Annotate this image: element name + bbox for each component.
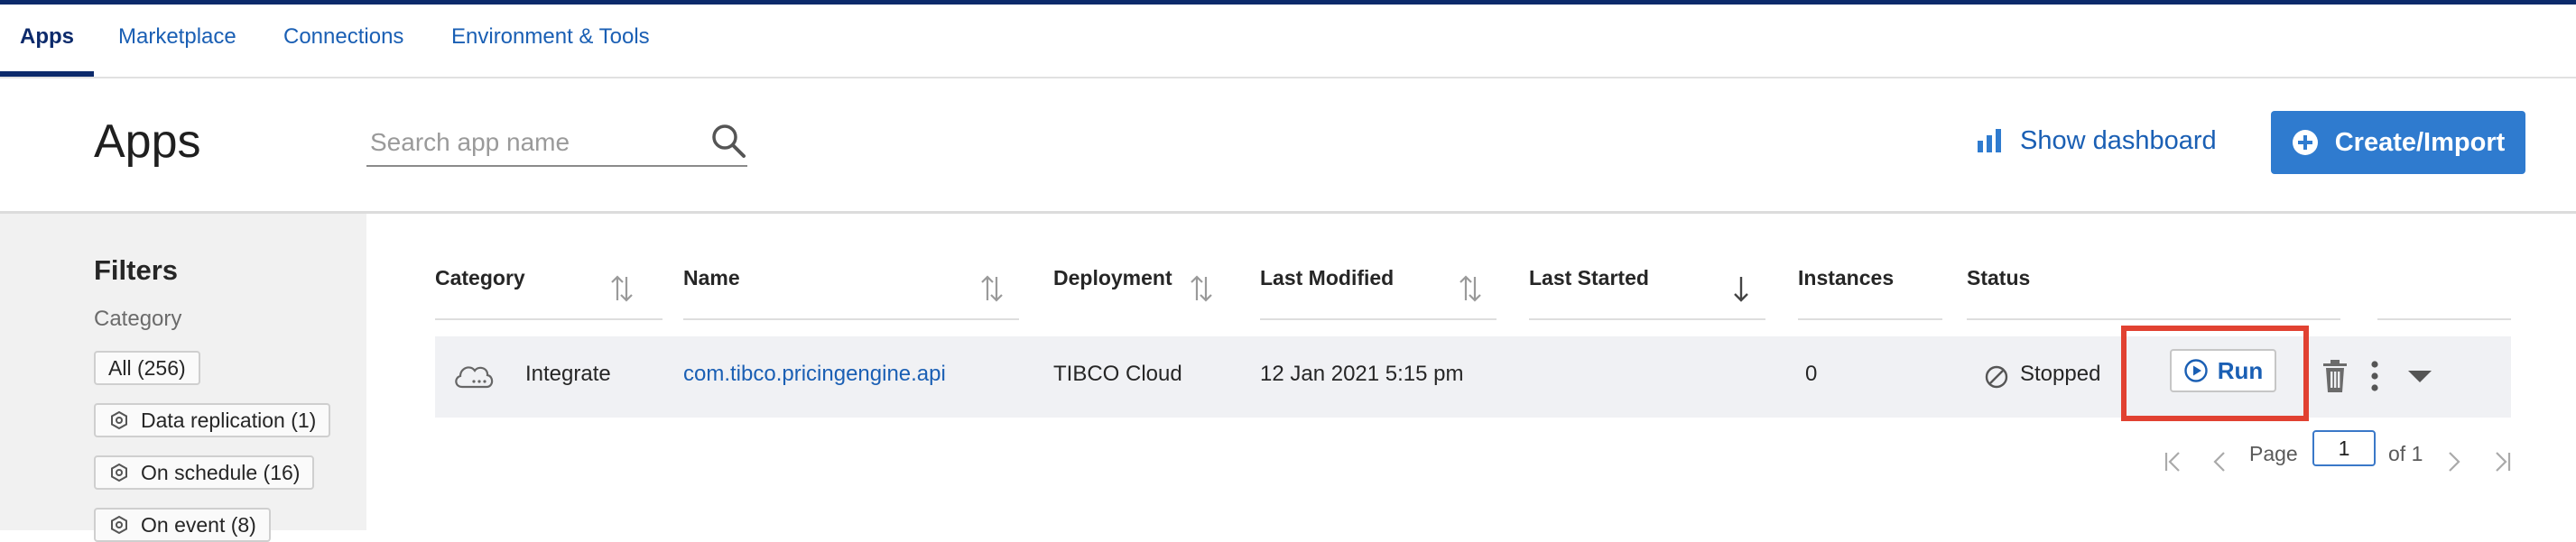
- top-nav: Apps Marketplace Connections Environment…: [0, 5, 2576, 78]
- search-box: [366, 120, 747, 167]
- show-dashboard-label: Show dashboard: [2020, 125, 2217, 155]
- column-header-last-modified[interactable]: Last Modified: [1260, 266, 1394, 290]
- run-button-label: Run: [2217, 356, 2264, 384]
- column-header-status: Status: [1967, 266, 2031, 289]
- filter-chip-all[interactable]: All (256): [94, 351, 200, 385]
- column-header-rule: [1260, 318, 1496, 320]
- row-category: Integrate: [525, 362, 611, 386]
- bar-chart-icon: [1978, 129, 2001, 152]
- page-header: Apps Show dashboard Create/Import: [0, 78, 2576, 214]
- page-total-label: of 1: [2388, 442, 2423, 465]
- row-last-modified: 12 Jan 2021 5:15 pm: [1260, 362, 1464, 386]
- column-header-last-started[interactable]: Last Started: [1529, 266, 1649, 290]
- app-filter-icon: [111, 410, 127, 430]
- sort-icon[interactable]: [1459, 273, 1482, 304]
- column-header-name[interactable]: Name: [683, 266, 740, 290]
- search-icon[interactable]: [709, 122, 747, 160]
- page-number-input[interactable]: [2312, 430, 2376, 466]
- filter-chip-on-event[interactable]: On event (8): [94, 508, 271, 542]
- tab-apps[interactable]: Apps: [20, 5, 74, 77]
- cloud-icon: [455, 366, 494, 389]
- row-instances: 0: [1805, 362, 1818, 386]
- create-import-button[interactable]: Create/Import: [2271, 111, 2525, 174]
- filter-chip-label: On event (8): [141, 512, 256, 537]
- next-page-icon[interactable]: [2444, 439, 2462, 484]
- play-circle-icon: [2184, 359, 2208, 382]
- filters-sidebar: Filters Category All (256) Data replicat…: [0, 214, 366, 542]
- first-page-icon[interactable]: [2163, 439, 2184, 484]
- column-header-rule: [2377, 318, 2511, 320]
- trash-icon[interactable]: [2321, 358, 2349, 394]
- active-tab-indicator: [0, 71, 94, 77]
- sort-desc-icon[interactable]: [1729, 273, 1753, 304]
- search-input[interactable]: [368, 122, 697, 163]
- filters-title: Filters: [94, 254, 179, 286]
- row-deployment: TIBCO Cloud: [1053, 362, 1182, 386]
- column-header-rule: [1967, 318, 2340, 320]
- column-header-rule: [1529, 318, 1765, 320]
- caret-down-icon[interactable]: [2406, 367, 2433, 385]
- apps-table: Category Name Deployment Last Modified L…: [366, 214, 2576, 530]
- sort-icon[interactable]: [610, 273, 634, 304]
- column-header-rule: [435, 318, 663, 320]
- prev-page-icon[interactable]: [2211, 439, 2229, 484]
- sort-icon[interactable]: [1190, 273, 1213, 304]
- filter-chip-label: On schedule (16): [141, 460, 301, 484]
- page-label: Page: [2249, 442, 2298, 465]
- filter-chip-label: Data replication (1): [141, 408, 317, 432]
- filter-chip-data-replication[interactable]: Data replication (1): [94, 403, 331, 437]
- tab-environment-tools[interactable]: Environment & Tools: [451, 5, 650, 77]
- column-header-rule: [1798, 318, 1942, 320]
- row-app-name-link[interactable]: com.tibco.pricingengine.api: [683, 362, 946, 387]
- column-header-category[interactable]: Category: [435, 266, 525, 290]
- app-filter-icon: [111, 463, 127, 482]
- category-filter-label: Category: [94, 307, 182, 331]
- run-button[interactable]: Run: [2170, 349, 2276, 392]
- create-import-label: Create/Import: [2334, 127, 2506, 157]
- column-header-deployment[interactable]: Deployment: [1053, 266, 1172, 290]
- sort-icon[interactable]: [980, 273, 1004, 304]
- column-header-instances: Instances: [1798, 266, 1895, 289]
- page-title: Apps: [94, 115, 201, 168]
- stopped-icon: [1985, 365, 2008, 389]
- tab-marketplace[interactable]: Marketplace: [118, 5, 236, 77]
- show-dashboard-button[interactable]: Show dashboard: [1977, 111, 2217, 170]
- column-header-rule: [683, 318, 1019, 320]
- tab-connections[interactable]: Connections: [283, 5, 403, 77]
- row-status: Stopped: [2020, 362, 2101, 386]
- last-page-icon[interactable]: [2491, 439, 2513, 484]
- filter-chip-on-schedule[interactable]: On schedule (16): [94, 455, 315, 490]
- more-vertical-icon[interactable]: [2368, 360, 2381, 392]
- plus-circle-icon: [2292, 130, 2318, 155]
- filter-chip-label: All (256): [108, 355, 186, 380]
- app-filter-icon: [111, 515, 127, 535]
